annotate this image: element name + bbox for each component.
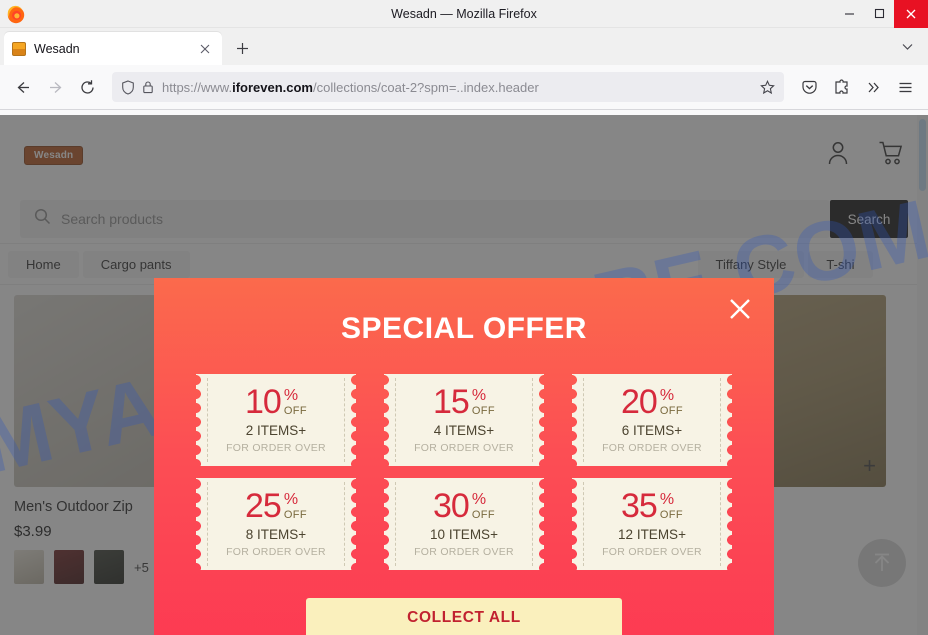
coupon-footer-text: FOR ORDER OVER (414, 442, 514, 455)
coupon-percent-value: 10 (244, 382, 282, 421)
coupon-symbol-group: % OFF (284, 490, 307, 521)
special-offer-modal: SPECIAL OFFER 10 % OFF 2 ITEMS+ FOR ORDE… (154, 278, 774, 635)
url-bar[interactable]: https://www.iforeven.com/collections/coa… (112, 72, 784, 102)
overflow-menu-icon[interactable] (858, 72, 888, 102)
coupon-dash-left (583, 378, 584, 462)
close-modal-button[interactable] (723, 292, 757, 326)
window-controls (834, 0, 928, 28)
coupon-items-requirement: 10 ITEMS+ (430, 527, 498, 543)
firefox-logo-icon (6, 4, 26, 24)
coupon-percent-value: 25 (244, 486, 282, 525)
coupon-items-requirement: 2 ITEMS+ (245, 423, 307, 439)
coupon-discount-row: 30 % OFF (432, 486, 495, 525)
coupon-off-label: OFF (283, 404, 308, 417)
maximize-button[interactable] (864, 0, 894, 28)
coupon-symbol-group: % OFF (660, 490, 683, 521)
coupon-dash-right (344, 378, 345, 462)
back-button[interactable] (8, 72, 38, 102)
forward-button[interactable] (40, 72, 70, 102)
bookmark-star-icon[interactable] (756, 79, 778, 95)
coupon-percent-value: 15 (432, 382, 470, 421)
coupon-card[interactable]: 30 % OFF 10 ITEMS+ FOR ORDER OVER (384, 478, 544, 570)
list-all-tabs-icon[interactable] (894, 35, 920, 59)
coupon-dash-right (532, 378, 533, 462)
coupon-percent-value: 20 (620, 382, 658, 421)
coupon-dash-left (207, 482, 208, 566)
coupon-items-requirement: 12 ITEMS+ (618, 527, 686, 543)
percent-sign: % (283, 490, 299, 508)
coupon-percent-value: 35 (620, 486, 658, 525)
close-tab-icon[interactable] (196, 40, 214, 58)
percent-sign: % (283, 386, 299, 404)
coupon-off-label: OFF (659, 508, 684, 521)
collect-all-button[interactable]: COLLECT ALL (306, 598, 622, 635)
coupon-symbol-group: % OFF (472, 490, 495, 521)
coupon-dash-left (395, 482, 396, 566)
coupon-dash-right (720, 482, 721, 566)
firefox-window: Wesadn — Mozilla Firefox Wesadn https://… (0, 0, 928, 635)
url-domain: iforeven.com (232, 79, 313, 95)
coupon-items-requirement: 6 ITEMS+ (621, 423, 683, 439)
percent-sign: % (659, 490, 675, 508)
coupon-items-requirement: 8 ITEMS+ (245, 527, 307, 543)
reload-button[interactable] (72, 72, 102, 102)
coupon-discount-row: 15 % OFF (432, 382, 495, 421)
coupon-footer-text: FOR ORDER OVER (414, 546, 514, 559)
coupon-dash-right (532, 482, 533, 566)
coupon-dash-left (583, 482, 584, 566)
coupon-off-label: OFF (283, 508, 308, 521)
tab-title: Wesadn (34, 41, 80, 56)
tab-favicon-icon (12, 41, 26, 56)
browser-tab[interactable]: Wesadn (4, 32, 222, 65)
coupon-discount-row: 20 % OFF (620, 382, 683, 421)
coupon-footer-text: FOR ORDER OVER (226, 546, 326, 559)
coupon-card[interactable]: 35 % OFF 12 ITEMS+ FOR ORDER OVER (572, 478, 732, 570)
url-suffix: /collections/coat-2?spm=..index.header (313, 79, 539, 95)
pocket-icon[interactable] (794, 72, 824, 102)
url-prefix: https://www. (162, 79, 233, 95)
coupon-symbol-group: % OFF (284, 386, 307, 417)
app-menu-icon[interactable] (890, 72, 920, 102)
coupon-items-requirement: 4 ITEMS+ (433, 423, 495, 439)
url-text[interactable]: https://www.iforeven.com/collections/coa… (162, 80, 756, 95)
coupon-off-label: OFF (471, 404, 496, 417)
percent-sign: % (471, 490, 487, 508)
padlock-icon[interactable] (138, 80, 158, 94)
coupon-off-label: OFF (471, 508, 496, 521)
coupon-card[interactable]: 20 % OFF 6 ITEMS+ FOR ORDER OVER (572, 374, 732, 466)
navigation-toolbar: https://www.iforeven.com/collections/coa… (0, 65, 928, 110)
percent-sign: % (659, 386, 675, 404)
coupon-card[interactable]: 25 % OFF 8 ITEMS+ FOR ORDER OVER (196, 478, 356, 570)
coupon-discount-row: 10 % OFF (244, 382, 307, 421)
coupon-footer-text: FOR ORDER OVER (602, 546, 702, 559)
coupon-dash-right (344, 482, 345, 566)
coupon-grid: 10 % OFF 2 ITEMS+ FOR ORDER OVER 15 % OF… (154, 374, 774, 570)
window-title: Wesadn — Mozilla Firefox (391, 6, 537, 21)
modal-title: SPECIAL OFFER (341, 312, 587, 345)
minimize-button[interactable] (834, 0, 864, 28)
coupon-dash-left (207, 378, 208, 462)
new-tab-button[interactable] (228, 34, 256, 62)
tracking-protection-shield-icon[interactable] (118, 79, 138, 95)
coupon-footer-text: FOR ORDER OVER (602, 442, 702, 455)
close-window-button[interactable] (894, 0, 928, 28)
page-viewport: Wesadn Search products Sea (0, 115, 928, 635)
coupon-dash-right (720, 378, 721, 462)
coupon-off-label: OFF (659, 404, 684, 417)
coupon-discount-row: 35 % OFF (620, 486, 683, 525)
coupon-card[interactable]: 15 % OFF 4 ITEMS+ FOR ORDER OVER (384, 374, 544, 466)
tab-strip: Wesadn (0, 28, 928, 65)
coupon-dash-left (395, 378, 396, 462)
percent-sign: % (471, 386, 487, 404)
coupon-symbol-group: % OFF (472, 386, 495, 417)
coupon-symbol-group: % OFF (660, 386, 683, 417)
coupon-card[interactable]: 10 % OFF 2 ITEMS+ FOR ORDER OVER (196, 374, 356, 466)
coupon-discount-row: 25 % OFF (244, 486, 307, 525)
title-bar: Wesadn — Mozilla Firefox (0, 0, 928, 28)
coupon-percent-value: 30 (432, 486, 470, 525)
extensions-icon[interactable] (826, 72, 856, 102)
coupon-footer-text: FOR ORDER OVER (226, 442, 326, 455)
